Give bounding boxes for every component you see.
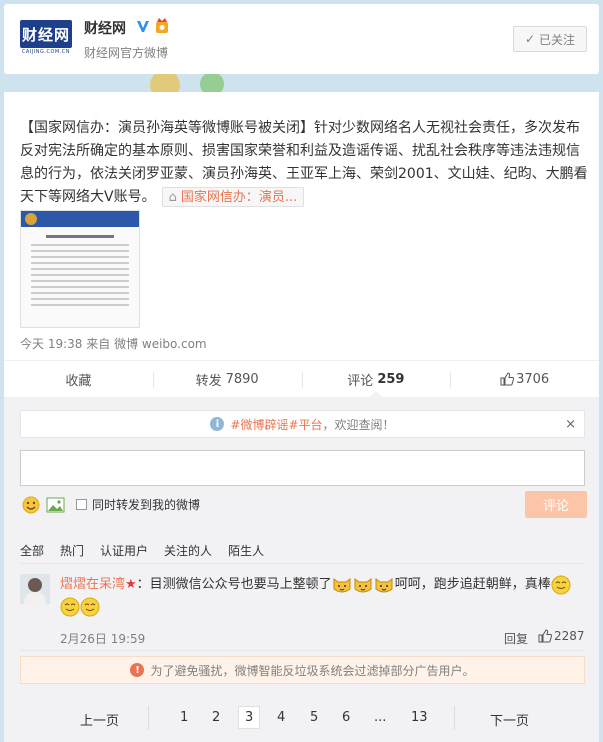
comment-time: 2月26日 19:59 (60, 632, 146, 646)
image-text-line (31, 256, 129, 258)
avatar[interactable] (20, 574, 50, 604)
repost-option-label[interactable]: 同时转发到我的微博 (92, 496, 200, 513)
comment-input[interactable] (20, 450, 585, 486)
divider (20, 650, 585, 651)
logo-text: 财经网 (20, 20, 72, 48)
page-link[interactable]: 13 (411, 710, 428, 725)
image-text-line (31, 244, 129, 246)
page-link[interactable]: 5 (310, 710, 318, 725)
page-link[interactable]: 1 (180, 710, 188, 725)
repost-count: 7890 (225, 371, 259, 387)
rumor-notice-bar: i #微博辟谣#平台 ，欢迎查阅！ × (20, 410, 585, 438)
post-image[interactable] (20, 210, 140, 328)
repost-button[interactable]: 转发 7890 (152, 361, 302, 397)
comment-text-end: 呵呵，跑步追赶朝鲜，真棒 (394, 577, 551, 592)
logo-subtext: CAIJING.COM.CN (21, 49, 71, 55)
comment-like-count: 2287 (554, 629, 585, 643)
emoji-icon[interactable] (22, 496, 40, 514)
warning-icon: ! (130, 663, 145, 677)
image-text-line (31, 262, 129, 264)
avatar-head (28, 578, 42, 592)
comment-like-button[interactable]: 2287 (538, 629, 585, 643)
follow-status-button[interactable]: ✓ 已关注 (513, 26, 587, 52)
verified-v-icon[interactable] (136, 19, 150, 33)
vip-badge-icon[interactable] (154, 17, 170, 34)
info-icon: i (210, 417, 225, 431)
collect-button[interactable]: 收藏 (4, 361, 153, 397)
post-meta: 今天 19:38 来自 微博 weibo.com (20, 335, 207, 352)
image-text-line (31, 292, 129, 294)
smile-emoji-icon (60, 597, 80, 616)
prev-page-link[interactable]: 上一页 (80, 710, 119, 729)
image-text-line (31, 280, 129, 282)
repost-label: 转发 (195, 373, 222, 389)
divider (20, 563, 585, 564)
article-link-label: 国家网信办：演员... (180, 189, 298, 205)
submit-comment-button[interactable]: 评论 (525, 491, 587, 518)
page-ellipsis: ... (374, 710, 387, 725)
close-icon[interactable]: × (565, 417, 576, 432)
current-page[interactable]: 3 (238, 706, 261, 729)
page-link[interactable]: 2 (212, 710, 220, 725)
smile-emoji-icon (551, 575, 571, 594)
smile-emoji-icon (80, 597, 100, 616)
emblem-icon (25, 213, 37, 225)
account-description: 财经网官方微博 (84, 46, 169, 60)
source-prefix: 来自 (86, 337, 111, 351)
divider (454, 706, 455, 730)
spam-filter-notice: ! 为了避免骚扰，微博智能反垃圾系统会过滤掉部分广告用户。 (20, 656, 585, 684)
page-link[interactable]: 6 (342, 710, 350, 725)
comment-button[interactable]: 评论 259 (301, 361, 451, 398)
thumb-up-icon (500, 372, 515, 386)
account-logo[interactable]: 财经网 CAIJING.COM.CN (20, 20, 72, 56)
picture-icon[interactable] (46, 497, 65, 513)
comment-label: 评论 (347, 373, 374, 389)
image-text-line (31, 304, 129, 306)
like-button[interactable]: 3706 (450, 361, 599, 397)
reply-button[interactable]: 回复 (504, 630, 528, 647)
member-star-icon[interactable]: ★ (125, 577, 137, 592)
image-text-line (31, 286, 129, 288)
rumor-hashtag-link[interactable]: #微博辟谣#平台 (230, 416, 322, 433)
repost-checkbox[interactable] (76, 499, 87, 510)
post-text: 【国家网信办：演员孙海英等微博账号被关闭】针对少数网络名人无视社会责任，多次发布… (20, 117, 590, 209)
link-icon: ⌂ (168, 189, 177, 205)
image-text-line (31, 298, 129, 300)
divider (148, 706, 149, 730)
post-card: 【国家网信办：演员孙海英等微博账号被关闭】针对少数网络名人无视社会责任，多次发布… (4, 92, 599, 742)
cat-emoji-icon (375, 577, 393, 592)
post-source[interactable]: 微博 weibo.com (114, 337, 207, 351)
image-text-line (31, 250, 129, 252)
comment-section: i #微博辟谣#平台 ，欢迎查阅！ × 同时转发到我的微博 评论 全部 热门 认… (4, 398, 599, 742)
comment-count: 259 (377, 371, 405, 387)
thumb-up-icon (538, 629, 552, 643)
check-icon: ✓ (524, 32, 536, 46)
image-text-line (31, 268, 129, 270)
article-link[interactable]: ⌂ 国家网信办：演员... (161, 187, 305, 207)
collect-label: 收藏 (65, 373, 92, 389)
profile-header: 财经网 CAIJING.COM.CN 财经网 财经网官方微博 ✓ 已关注 (4, 4, 599, 74)
cat-emoji-icon (333, 577, 351, 592)
comment-username[interactable]: 熠熠在呆湾 (60, 577, 125, 592)
image-title-line (46, 235, 114, 238)
comment-item: 熠熠在呆湾★：目测微信公众号也要马上整顿了 呵呵，跑步追赶朝鲜，真棒 (60, 574, 588, 618)
comment-text-start: ：目测微信公众号也要马上整顿了 (136, 577, 332, 592)
post-time[interactable]: 今天 19:38 (20, 337, 82, 351)
account-name[interactable]: 财经网 (84, 18, 126, 38)
action-bar: 收藏 转发 7890 评论 259 3706 (4, 360, 599, 398)
follow-label: 已关注 (539, 32, 576, 47)
image-text-line (31, 274, 129, 276)
avatar-body (24, 592, 46, 604)
like-count: 3706 (516, 371, 550, 387)
page-link[interactable]: 4 (277, 710, 285, 725)
next-page-link[interactable]: 下一页 (490, 710, 529, 729)
rumor-notice-text: ，欢迎查阅！ (322, 417, 395, 432)
spam-notice-text: 为了避免骚扰，微博智能反垃圾系统会过滤掉部分广告用户。 (150, 663, 475, 678)
image-header (21, 211, 139, 227)
cat-emoji-icon (354, 577, 372, 592)
pagination: 上一页 1 2 3 4 5 6 ... 13 下一页 (4, 704, 599, 732)
